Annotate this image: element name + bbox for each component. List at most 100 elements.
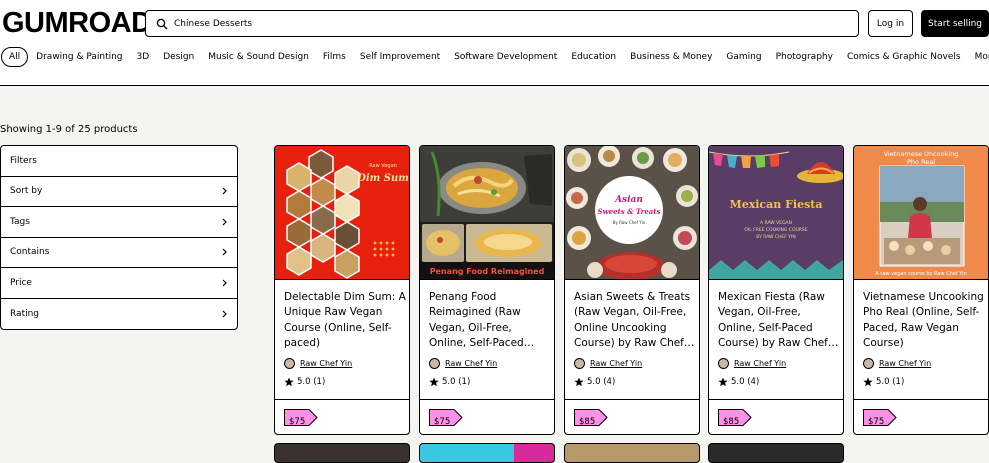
nav-item-education[interactable]: Education <box>571 52 616 62</box>
avatar <box>284 358 295 369</box>
search-input[interactable] <box>174 18 824 29</box>
product-creator-link[interactable]: Raw Chef Yin <box>284 358 352 369</box>
nav-item-films[interactable]: Films <box>323 52 346 62</box>
site-header: GUMROAD Log in Start selling All Drawing… <box>0 0 989 86</box>
creator-name: Raw Chef Yin <box>445 359 498 368</box>
start-selling-button[interactable]: Start selling <box>921 10 989 37</box>
price-value: $85 <box>723 417 740 427</box>
avatar <box>429 358 440 369</box>
nav-item-comics-graphic-novels[interactable]: Comics & Graphic Novels <box>847 52 961 62</box>
vietnamese-pho-image: Vietnamese Uncooking Pho Real A raw vega… <box>854 146 988 279</box>
filter-contains[interactable]: Contains <box>1 238 237 268</box>
filter-label: Contains <box>10 247 50 258</box>
thumb-text-vietnamese: Vietnamese Uncooking <box>884 150 959 158</box>
nav-item-gaming[interactable]: Gaming <box>726 52 761 62</box>
thumb-text-mexican-fiesta: Mexican Fiesta <box>730 198 823 211</box>
chevron-right-icon <box>222 310 227 318</box>
product-card[interactable]: Asian Sweets & Treats By Raw Chef Yin As… <box>564 145 700 435</box>
creator-name: Raw Chef Yin <box>590 359 643 368</box>
price-row: $85 <box>709 399 843 434</box>
rating-value: 5.0 (1) <box>442 377 471 387</box>
product-card[interactable]: Vietnamese Uncooking Pho Real A raw vega… <box>853 145 989 435</box>
nav-item-photography[interactable]: Photography <box>776 52 833 62</box>
product-title[interactable]: Vietnamese Uncooking Pho Real (Online, S… <box>863 290 985 352</box>
nav-item-business-money[interactable]: Business & Money <box>630 52 712 62</box>
product-thumbnail[interactable]: Penang Food Reimagined <box>420 146 554 280</box>
product-card-peek[interactable] <box>419 443 555 463</box>
nav-item-software-development[interactable]: Software Development <box>454 52 557 62</box>
rating-value: 5.0 (4) <box>587 377 616 387</box>
star-icon <box>284 377 294 387</box>
rating-value: 5.0 (1) <box>876 377 905 387</box>
thumb-text-cooking-course: OIL FREE COOKING COURSE <box>744 227 807 233</box>
nav-more-label: More <box>974 52 989 62</box>
price-tag: $75 <box>284 409 318 427</box>
price-row: $75 <box>420 399 554 434</box>
product-title[interactable]: Delectable Dim Sum: A Unique Raw Vegan C… <box>284 290 406 352</box>
product-creator-link[interactable]: Raw Chef Yin <box>574 358 642 369</box>
nav-more-menu[interactable]: More <box>975 52 989 62</box>
thumb-text-raw-vegan-course: A raw vegan course by Raw Chef Yin <box>875 271 967 277</box>
filter-price[interactable]: Price <box>1 268 237 299</box>
price-tag: $85 <box>718 409 752 427</box>
product-card-peek[interactable] <box>708 443 844 463</box>
creator-name: Raw Chef Yin <box>734 359 787 368</box>
filter-label: Sort by <box>10 186 43 197</box>
creator-name: Raw Chef Yin <box>879 359 932 368</box>
product-thumbnail[interactable]: Asian Sweets & Treats By Raw Chef Yin <box>565 146 699 280</box>
price-value: $75 <box>289 417 306 427</box>
product-thumbnail[interactable]: Vietnamese Uncooking Pho Real A raw vega… <box>854 146 988 280</box>
product-rating: 5.0 (4) <box>718 377 759 387</box>
product-title[interactable]: Penang Food Reimagined (Raw Vegan, Oil-F… <box>429 290 551 352</box>
nav-item-music-sound-design[interactable]: Music & Sound Design <box>208 52 309 62</box>
thumb-text-a-raw-vegan: A RAW VEGAN <box>760 220 792 226</box>
product-creator-link[interactable]: Raw Chef Yin <box>429 358 497 369</box>
filter-sort-by[interactable]: Sort by <box>1 177 237 207</box>
product-rating: 5.0 (1) <box>284 377 325 387</box>
nav-item-self-improvement[interactable]: Self Improvement <box>360 52 440 62</box>
penang-food-image: Penang Food Reimagined <box>420 146 554 279</box>
product-creator-link[interactable]: Raw Chef Yin <box>718 358 786 369</box>
product-creator-link[interactable]: Raw Chef Yin <box>863 358 931 369</box>
thumb-text-by-chef: By Raw Chef Yin <box>613 220 646 225</box>
category-nav: All Drawing & Painting 3D Design Music &… <box>0 46 989 68</box>
star-icon <box>718 377 728 387</box>
product-card[interactable]: Mexican Fiesta A RAW VEGAN OIL FREE COOK… <box>708 145 844 435</box>
thumb-text-by-raw-chef: BY RAW CHEF YIN <box>756 234 796 240</box>
product-rating: 5.0 (4) <box>574 377 615 387</box>
thumb-text-dim-sum: Dim Sum <box>356 173 409 184</box>
product-rating: 5.0 (1) <box>863 377 904 387</box>
nav-item-3d[interactable]: 3D <box>137 52 150 62</box>
product-card[interactable]: Raw Vegan Dim Sum Delectable Dim Sum: A … <box>274 145 410 435</box>
price-tag: $75 <box>863 409 897 427</box>
nav-item-design[interactable]: Design <box>163 52 194 62</box>
rating-value: 5.0 (4) <box>731 377 760 387</box>
creator-name: Raw Chef Yin <box>300 359 353 368</box>
avatar <box>718 358 729 369</box>
product-card-peek[interactable] <box>564 443 700 463</box>
price-row: $75 <box>854 399 988 434</box>
login-button[interactable]: Log in <box>868 10 913 37</box>
avatar <box>574 358 585 369</box>
price-value: $75 <box>434 417 451 427</box>
product-title[interactable]: Mexican Fiesta (Raw Vegan, Oil-Free, Onl… <box>718 290 840 352</box>
mexican-fiesta-image: Mexican Fiesta A RAW VEGAN OIL FREE COOK… <box>709 146 843 279</box>
product-thumbnail[interactable]: Raw Vegan Dim Sum <box>275 146 409 280</box>
filter-tags[interactable]: Tags <box>1 207 237 238</box>
product-card[interactable]: Penang Food Reimagined Penang Food Reima… <box>419 145 555 435</box>
star-icon <box>863 377 873 387</box>
filter-label: Rating <box>10 308 40 319</box>
thumb-text-asian: Asian <box>614 195 643 205</box>
filter-rating[interactable]: Rating <box>1 299 237 330</box>
search-bar[interactable] <box>145 10 859 37</box>
nav-item-drawing-painting[interactable]: Drawing & Painting <box>36 52 122 62</box>
star-icon <box>429 377 439 387</box>
product-card-peek[interactable] <box>274 443 410 463</box>
chevron-right-icon <box>222 187 227 195</box>
chevron-right-icon <box>222 218 227 226</box>
nav-item-all[interactable]: All <box>1 47 29 67</box>
product-title[interactable]: Asian Sweets & Treats (Raw Vegan, Oil-Fr… <box>574 290 696 352</box>
gumroad-logo[interactable]: GUMROAD <box>2 8 152 38</box>
product-thumbnail[interactable]: Mexican Fiesta A RAW VEGAN OIL FREE COOK… <box>709 146 843 280</box>
filters-heading: Filters <box>1 146 237 177</box>
